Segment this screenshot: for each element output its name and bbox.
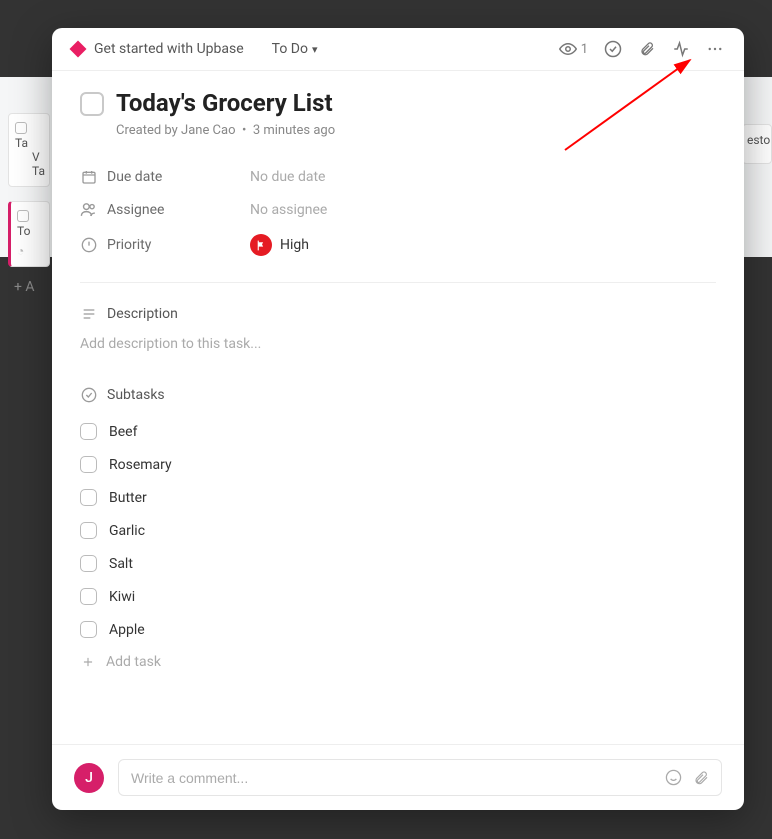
subtask-checkbox[interactable]: [80, 456, 97, 473]
status-dropdown-label: To Do: [272, 41, 308, 57]
assignee-icon: [80, 201, 97, 218]
watchers-count: 1: [581, 42, 588, 57]
fields-section: Due date No due date Assignee No assigne…: [80, 160, 716, 283]
comment-bar: J: [52, 744, 744, 810]
bg-card-1-checkbox: [15, 122, 27, 134]
watchers-button[interactable]: 1: [559, 40, 588, 58]
subtask-label: Apple: [109, 622, 145, 638]
priority-value: High: [280, 237, 309, 253]
bg-card-2-checkbox: [17, 210, 29, 222]
task-time-ago: 3 minutes ago: [253, 123, 335, 138]
header-actions: 1: [559, 40, 724, 58]
comment-input[interactable]: [131, 770, 665, 786]
bg-card-1: Ta V Ta: [8, 113, 50, 187]
subtasks-label: Subtasks: [107, 387, 165, 403]
subtask-list: Beef Rosemary Butter Garlic Salt Kiwi Apple: [80, 415, 716, 646]
bg-card-2: To ◔: [8, 201, 50, 267]
priority-label: Priority: [107, 237, 151, 253]
title-row: Today's Grocery List Created by Jane Cao…: [80, 89, 716, 138]
priority-flag-icon: [250, 234, 272, 256]
activity-icon[interactable]: [672, 40, 690, 58]
subtask-label: Kiwi: [109, 589, 135, 605]
subtask-label: Butter: [109, 490, 147, 506]
subtask-item[interactable]: Apple: [80, 613, 716, 646]
subtask-label: Salt: [109, 556, 133, 572]
task-complete-checkbox[interactable]: [80, 92, 104, 116]
modal-body: Today's Grocery List Created by Jane Cao…: [52, 71, 744, 744]
subtask-item[interactable]: Garlic: [80, 514, 716, 547]
due-date-value: No due date: [250, 169, 325, 185]
description-input[interactable]: Add description to this task...: [80, 336, 716, 352]
bg-card-1-text2: V: [32, 150, 40, 164]
comment-input-wrap[interactable]: [118, 759, 722, 796]
eye-icon: [559, 40, 577, 58]
subtask-label: Garlic: [109, 523, 145, 539]
priority-icon: [80, 237, 97, 254]
subtask-checkbox[interactable]: [80, 621, 97, 638]
attach-icon[interactable]: [692, 769, 709, 786]
bg-card-1-text1: Ta: [15, 136, 28, 150]
assignee-row[interactable]: Assignee No assignee: [80, 193, 716, 226]
subtasks-header: Subtasks: [80, 386, 716, 403]
assignee-value: No assignee: [250, 202, 327, 218]
task-title[interactable]: Today's Grocery List: [116, 89, 716, 117]
bg-right-snippet: esto: [742, 124, 772, 164]
bg-add-card: + A: [14, 279, 35, 295]
subtask-checkbox[interactable]: [80, 489, 97, 506]
attachment-icon[interactable]: [638, 40, 656, 58]
avatar: J: [74, 763, 104, 793]
assignee-label: Assignee: [107, 202, 164, 218]
due-date-row[interactable]: Due date No due date: [80, 160, 716, 193]
more-menu-icon[interactable]: [706, 40, 724, 58]
task-modal: Get started with Upbase To Do ▾ 1: [52, 28, 744, 810]
calendar-icon: [80, 168, 97, 185]
subtask-label: Beef: [109, 424, 137, 440]
subtask-item[interactable]: Beef: [80, 415, 716, 448]
task-meta: Created by Jane Cao • 3 minutes ago: [116, 123, 716, 138]
subtask-item[interactable]: Salt: [80, 547, 716, 580]
brand-link[interactable]: Get started with Upbase: [94, 41, 244, 57]
subtask-checkbox[interactable]: [80, 522, 97, 539]
status-dropdown[interactable]: To Do ▾: [272, 41, 318, 57]
modal-header: Get started with Upbase To Do ▾ 1: [52, 28, 744, 71]
bg-card-2-text: To: [17, 224, 30, 238]
subtasks-icon: [80, 386, 97, 403]
description-label: Description: [107, 306, 178, 322]
brand-diamond-icon: [70, 41, 87, 58]
meta-separator: •: [242, 123, 246, 138]
description-icon: [80, 305, 97, 322]
bg-card-1-text3: Ta: [32, 164, 45, 178]
task-created-by: Created by Jane Cao: [116, 123, 236, 138]
description-header: Description: [80, 305, 716, 322]
chevron-down-icon: ▾: [312, 43, 318, 56]
priority-row[interactable]: Priority High: [80, 226, 716, 264]
subtask-item[interactable]: Butter: [80, 481, 716, 514]
add-subtask-label: Add task: [106, 654, 161, 670]
add-subtask-button[interactable]: Add task: [80, 646, 716, 678]
subtask-item[interactable]: Kiwi: [80, 580, 716, 613]
complete-check-icon[interactable]: [604, 40, 622, 58]
plus-icon: [80, 654, 96, 670]
due-date-label: Due date: [107, 169, 162, 185]
subtask-item[interactable]: Rosemary: [80, 448, 716, 481]
subtask-checkbox[interactable]: [80, 423, 97, 440]
subtasks-section: Subtasks Beef Rosemary Butter Garlic Salt Kiw…: [80, 386, 716, 678]
subtask-checkbox[interactable]: [80, 555, 97, 572]
emoji-icon[interactable]: [665, 769, 682, 786]
subtask-checkbox[interactable]: [80, 588, 97, 605]
subtask-label: Rosemary: [109, 457, 172, 473]
